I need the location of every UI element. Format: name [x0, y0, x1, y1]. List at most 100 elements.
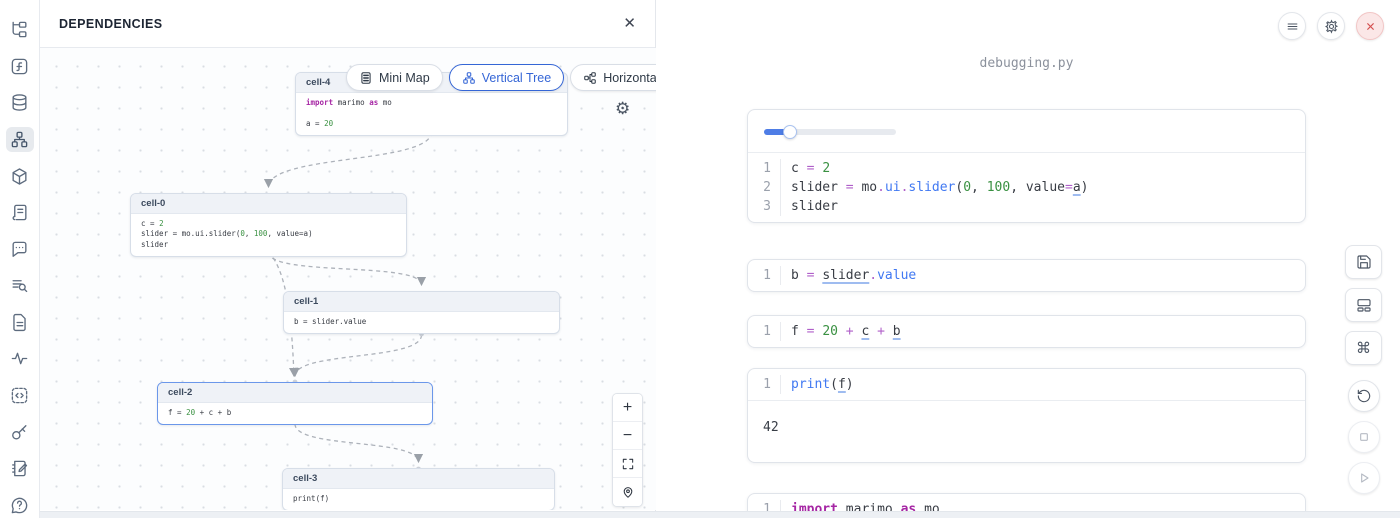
line-number: 2: [748, 178, 781, 197]
sidebar-item-file-explorer[interactable]: [6, 17, 34, 43]
sidebar-item-logs[interactable]: [6, 273, 34, 299]
minimap-icon: [359, 71, 373, 85]
cell-editor[interactable]: 1f = 20 + c + b: [748, 316, 1305, 347]
graph-node-title: cell-0: [131, 194, 406, 214]
dependencies-panel: DEPENDENCIES ✕: [40, 0, 656, 518]
code-line: 2slider = mo.ui.slider(0, 100, value=a): [748, 178, 1305, 197]
sidebar-item-help[interactable]: [6, 493, 34, 518]
datasources-icon: [10, 93, 29, 112]
view-button-vtree[interactable]: Vertical Tree: [449, 64, 564, 91]
line-number: 1: [748, 159, 781, 178]
code-token: f: [838, 377, 846, 392]
bottom-scrollbar-track[interactable]: [40, 511, 1400, 518]
close-panel-button[interactable]: ✕: [623, 16, 636, 31]
zoom-in-button[interactable]: +: [613, 394, 642, 422]
settings-button[interactable]: [1317, 12, 1345, 40]
locate-button[interactable]: [613, 478, 642, 506]
view-button-minimap[interactable]: Mini Map: [346, 64, 443, 91]
zoom-out-button[interactable]: −: [613, 422, 642, 450]
code-token: as: [369, 98, 378, 107]
code-token: [838, 324, 846, 339]
code-token: import: [306, 98, 333, 107]
slider-widget[interactable]: [764, 125, 896, 139]
code-token: c: [791, 161, 807, 176]
code-token: ,: [971, 180, 987, 195]
code-token: 20: [822, 324, 838, 339]
app-layout-button[interactable]: [1345, 288, 1382, 322]
notebook-cell[interactable]: 1f = 20 + c + b: [747, 315, 1306, 348]
code-token: b: [893, 324, 901, 339]
sidebar-item-documentation[interactable]: [6, 310, 34, 336]
code-line: 1c = 2: [748, 159, 1305, 178]
stop-button[interactable]: [1348, 421, 1380, 453]
shutdown-icon: [1363, 19, 1378, 34]
graph-code-line: a = 20: [306, 119, 557, 129]
save-button[interactable]: [1345, 245, 1382, 279]
run-icon: [1356, 470, 1372, 486]
graph-node-cell-0[interactable]: cell-0c = 2slider = mo.ui.slider(0, 100,…: [130, 193, 407, 257]
code-line: 1f = 20 + c + b: [748, 322, 1305, 341]
run-button[interactable]: [1348, 462, 1380, 494]
dependencies-panel-header: DEPENDENCIES ✕: [40, 0, 655, 48]
cell-editor[interactable]: 1print(f): [748, 369, 1305, 400]
graph-code-line: slider = mo.ui.slider(0, 100, value=a): [141, 229, 396, 239]
line-code: slider = mo.ui.slider(0, 100, value=a): [781, 178, 1088, 197]
sidebar-item-tracing[interactable]: [6, 346, 34, 372]
graph-node-cell-1[interactable]: cell-1b = slider.value: [283, 291, 560, 334]
activity-sidebar: [0, 0, 40, 518]
code-token: ): [1081, 180, 1089, 195]
code-token: 20: [324, 119, 333, 128]
line-code: c = 2: [781, 159, 830, 178]
graph-settings-gear-icon[interactable]: ⚙: [615, 100, 630, 117]
sidebar-item-snippets[interactable]: [6, 383, 34, 409]
undo-button[interactable]: [1348, 380, 1380, 412]
code-token: =: [1065, 180, 1073, 195]
code-token: slider: [791, 180, 846, 195]
cell-editor[interactable]: 1c = 22slider = mo.ui.slider(0, 100, val…: [748, 153, 1305, 222]
sidebar-item-notebook[interactable]: [6, 456, 34, 482]
notebook-cell[interactable]: 1b = slider.value: [747, 259, 1306, 292]
code-token: ): [846, 377, 854, 392]
dependency-graph-canvas[interactable]: Mini MapVertical TreeHorizontal Tree ⚙ +…: [40, 48, 656, 510]
logs-icon: [10, 276, 29, 295]
notebook-area: debugging.py 1c = 22slider = mo.ui.slide…: [656, 0, 1400, 518]
marimo-app: DEPENDENCIES ✕: [0, 0, 1400, 518]
code-token: 100: [987, 180, 1010, 195]
cell-editor[interactable]: 1b = slider.value: [748, 260, 1305, 291]
graph-node-cell-2[interactable]: cell-2f = 20 + c + b: [157, 382, 433, 425]
shutdown-button[interactable]: [1356, 12, 1384, 40]
code-token: , value=a): [267, 229, 312, 238]
code-token: +: [846, 324, 854, 339]
code-token: f =: [168, 408, 186, 417]
dependency-graph-icon: [10, 130, 29, 149]
fit-view-button[interactable]: [613, 450, 642, 478]
sidebar-item-dependency-graph[interactable]: [6, 127, 34, 153]
keyboard-shortcuts-button[interactable]: ⌘: [1345, 331, 1382, 365]
code-token: mo: [378, 98, 392, 107]
sidebar-item-function[interactable]: [6, 54, 34, 80]
notebook-cell[interactable]: 1print(f)42: [747, 368, 1306, 463]
secrets-icon: [10, 423, 29, 442]
sidebar-item-datasources[interactable]: [6, 90, 34, 116]
graph-node-cell-3[interactable]: cell-3print(f): [282, 468, 555, 510]
code-token: slider = mo.ui.slider(: [141, 229, 240, 238]
menu-button[interactable]: [1278, 12, 1306, 40]
view-button-htree[interactable]: Horizontal Tree: [570, 64, 656, 91]
code-token: value: [877, 268, 916, 283]
stop-icon: [1356, 429, 1372, 445]
slider-thumb[interactable]: [783, 125, 797, 139]
chat-icon: [10, 240, 29, 259]
code-token: ui: [885, 180, 901, 195]
notebook-topbar: [1278, 12, 1384, 40]
sidebar-item-scratchpad[interactable]: [6, 200, 34, 226]
file-explorer-icon: [10, 20, 29, 39]
notebook-cell[interactable]: 1c = 22slider = mo.ui.slider(0, 100, val…: [747, 109, 1306, 223]
sidebar-item-secrets[interactable]: [6, 419, 34, 445]
code-token: .: [877, 180, 885, 195]
sidebar-item-packages[interactable]: [6, 163, 34, 189]
code-token: [885, 324, 893, 339]
code-token: marimo: [333, 98, 369, 107]
sidebar-item-chat[interactable]: [6, 236, 34, 262]
graph-node-code: b = slider.value: [284, 312, 559, 333]
line-code: f = 20 + c + b: [781, 322, 901, 341]
